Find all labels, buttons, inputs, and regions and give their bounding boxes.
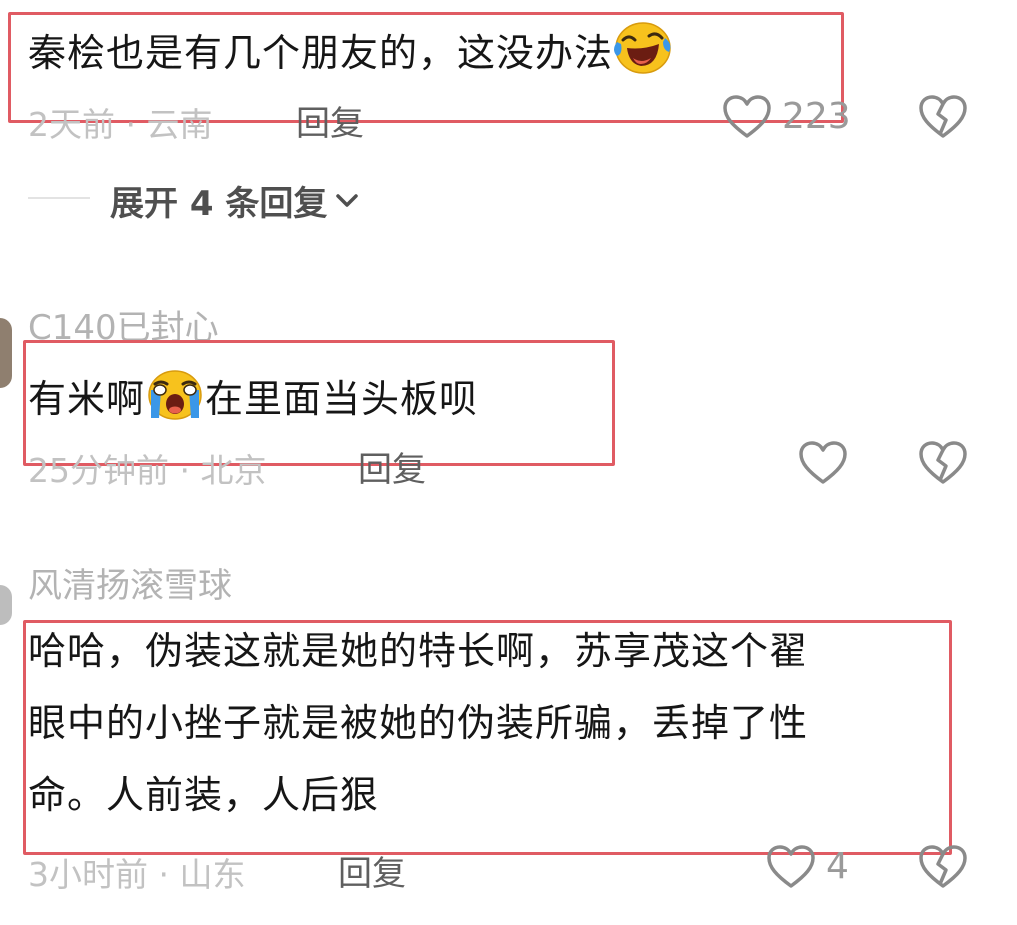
- broken-heart-icon[interactable]: [918, 844, 968, 890]
- crying-emoji: [145, 368, 205, 432]
- laughing-tears-emoji: [613, 20, 673, 86]
- comment-2-time-location: 25分钟前 · 北京: [28, 451, 267, 490]
- comment-3-reply-button[interactable]: 回复: [338, 846, 406, 895]
- comment-1-text: 秦桧也是有几个朋友的，这没办法: [28, 31, 614, 75]
- comment-2-text-before: 有米啊: [28, 377, 146, 421]
- comment-2-text-after: 在里面当头板呗: [205, 377, 479, 421]
- comment-3-time-location: 3小时前 · 山东: [28, 855, 246, 894]
- expand-divider: [28, 197, 90, 199]
- heart-outline-icon[interactable]: [722, 94, 772, 140]
- comment-1-like-count: 223: [782, 96, 851, 137]
- comment-3-text-line-2: 眼中的小挫子就是被她的伪装所骗，丢掉了性: [28, 701, 809, 745]
- avatar[interactable]: [0, 318, 12, 388]
- comment-2-text-row: 有米啊 在里面当头板呗: [28, 368, 478, 432]
- comment-3-text-line-3: 命。人前装，人后狠: [28, 773, 380, 817]
- heart-outline-icon[interactable]: [766, 844, 816, 890]
- avatar[interactable]: [0, 585, 12, 625]
- heart-outline-icon[interactable]: [798, 440, 848, 486]
- comment-1-time-location: 2天前 · 云南: [28, 105, 213, 144]
- broken-heart-icon[interactable]: [918, 94, 968, 140]
- broken-heart-icon[interactable]: [918, 440, 968, 486]
- expand-replies-label: 展开 4 条回复: [110, 184, 328, 224]
- comment-1-reply-button[interactable]: 回复: [296, 96, 364, 145]
- chevron-down-icon: [335, 193, 359, 209]
- comment-3-username[interactable]: 风清扬滚雪球: [28, 558, 232, 607]
- comment-1-text-row: 秦桧也是有几个朋友的，这没办法: [28, 20, 673, 86]
- comment-3-like-count: 4: [826, 846, 849, 887]
- expand-replies-button[interactable]: 展开 4 条回复: [110, 176, 359, 225]
- comment-3-text-line-1: 哈哈，伪装这就是她的特长啊，苏享茂这个翟: [28, 629, 809, 673]
- comment-2-reply-button[interactable]: 回复: [358, 442, 426, 491]
